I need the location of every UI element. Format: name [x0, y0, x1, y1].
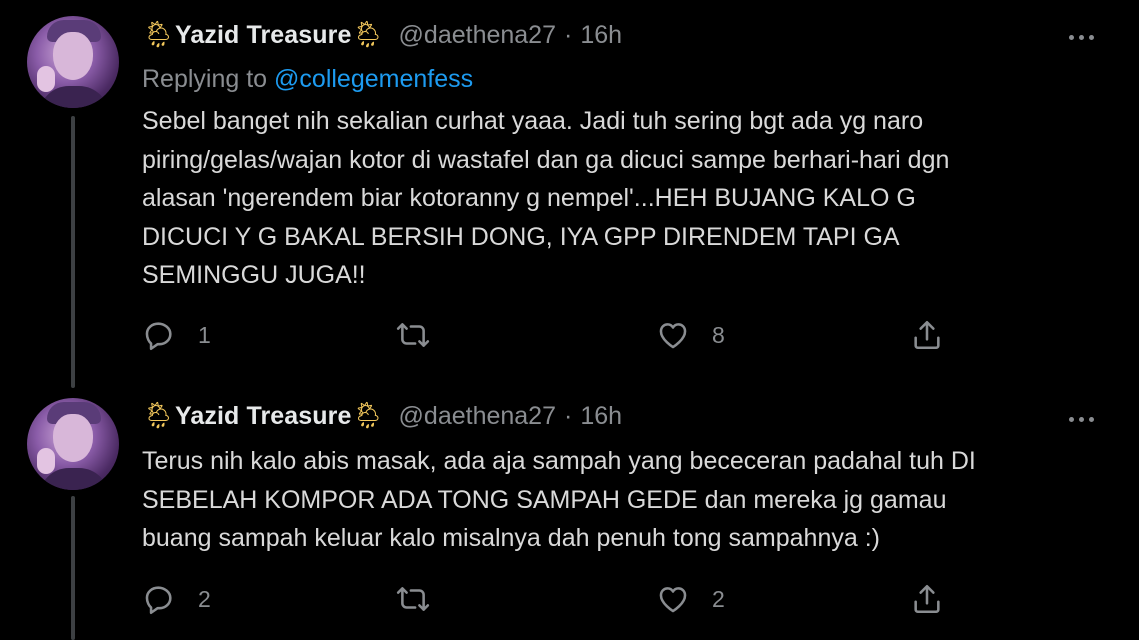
more-options-button[interactable]	[1063, 22, 1099, 52]
retweet-button[interactable]	[396, 582, 452, 616]
share-upload-icon	[914, 320, 940, 350]
action-bar: 1 8	[142, 318, 962, 352]
tweet[interactable]: 🌦 Yazid Treasure 🌦 @daethena27 · 16h Ter…	[0, 380, 1139, 640]
thread-line	[71, 496, 75, 640]
tweet-text-line: SEMINGGU JUGA!!	[142, 261, 366, 289]
action-bar: 2 2	[142, 582, 962, 616]
tweet-header: 🌦 Yazid Treasure 🌦 @daethena27 · 16h	[142, 18, 1102, 52]
heart-icon	[659, 587, 687, 613]
tweet-text-line: Terus nih kalo abis masak, ada aja sampa…	[142, 447, 976, 475]
speech-bubble-icon	[145, 586, 172, 615]
ellipsis-icon	[1068, 416, 1074, 422]
speech-bubble-icon	[145, 322, 172, 351]
avatar-face	[53, 414, 93, 462]
reply-button[interactable]: 1	[142, 318, 211, 352]
separator-dot: ·	[564, 20, 573, 49]
tweet-text-line: alasan 'ngerendem biar kotoranny g nempe…	[142, 184, 916, 212]
tweet[interactable]: 🌦 Yazid Treasure 🌦 @daethena27 · 16h Rep…	[0, 0, 1139, 388]
weather-emoji-icon: 🌦	[351, 401, 385, 431]
replying-to: Replying to @collegemenfess	[142, 65, 473, 94]
display-name[interactable]: Yazid Treasure	[175, 402, 352, 431]
weather-emoji-icon: 🌦	[351, 20, 385, 50]
avatar[interactable]	[27, 16, 119, 108]
tweet-text-line: piring/gelas/wajan kotor di wastafel dan…	[142, 145, 950, 174]
tweet-text-line: Sebel banget nih sekalian curhat yaaa. J…	[142, 107, 924, 135]
replying-to-label: Replying to	[142, 65, 268, 93]
reply-count: 1	[198, 321, 211, 348]
avatar-face	[53, 32, 93, 80]
tweet-text-line: DICUCI Y G BAKAL BERSIH DONG, IYA GPP DI…	[142, 222, 900, 251]
retweet-arrows-icon	[396, 587, 430, 611]
like-count: 2	[712, 585, 725, 612]
share-button[interactable]	[910, 318, 944, 352]
tweet-text: Terus nih kalo abis masak, ada aja sampa…	[142, 442, 1102, 558]
avatar-hand	[37, 66, 55, 92]
avatar-hand	[37, 448, 55, 474]
avatar[interactable]	[27, 398, 119, 490]
separator-dot: ·	[564, 401, 573, 430]
ellipsis-icon	[1068, 34, 1074, 40]
user-handle[interactable]: @daethena27	[399, 21, 556, 50]
like-button[interactable]: 2	[656, 582, 725, 616]
weather-emoji-icon: 🌦	[142, 401, 176, 431]
timestamp[interactable]: 16h	[580, 402, 622, 431]
tweet-text-line: buang sampah keluar kalo misalnya dah pe…	[142, 524, 880, 552]
retweet-button[interactable]	[396, 318, 452, 352]
like-count: 8	[712, 321, 725, 348]
display-name[interactable]: Yazid Treasure	[175, 21, 352, 50]
heart-icon	[659, 323, 687, 349]
mention-link[interactable]: @collegemenfess	[274, 65, 473, 93]
more-options-button[interactable]	[1063, 404, 1099, 434]
thread-line	[71, 116, 75, 388]
weather-emoji-icon: 🌦	[142, 20, 176, 50]
tweet-header: 🌦 Yazid Treasure 🌦 @daethena27 · 16h	[142, 399, 1102, 433]
timestamp[interactable]: 16h	[580, 21, 622, 50]
user-handle[interactable]: @daethena27	[399, 402, 556, 431]
like-button[interactable]: 8	[656, 318, 725, 352]
share-button[interactable]	[910, 582, 944, 616]
share-upload-icon	[914, 584, 940, 614]
reply-count: 2	[198, 585, 211, 612]
tweet-text-line: SEBELAH KOMPOR ADA TONG SAMPAH GEDE dan …	[142, 485, 947, 514]
retweet-arrows-icon	[396, 323, 430, 347]
tweet-text: Sebel banget nih sekalian curhat yaaa. J…	[142, 102, 1102, 295]
reply-button[interactable]: 2	[142, 582, 211, 616]
